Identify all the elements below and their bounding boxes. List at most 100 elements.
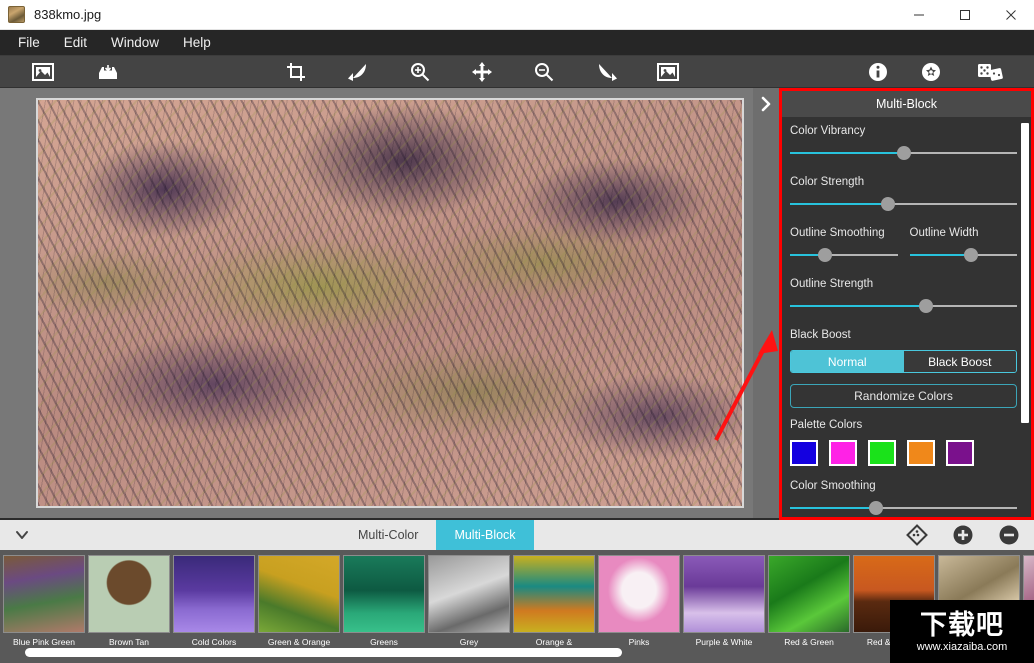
- chevron-down-icon[interactable]: [0, 529, 44, 541]
- image-thumbnail-icon: [8, 6, 25, 23]
- tab-actions: [906, 520, 1020, 550]
- slider-fill: [909, 254, 971, 256]
- panel-scrollbar[interactable]: [1021, 123, 1029, 423]
- slider-fill: [790, 305, 927, 307]
- black-boost-option-normal[interactable]: Normal: [791, 351, 904, 372]
- preset-strip[interactable]: Blue Pink Green Brown Tan Turquoise Cold…: [0, 550, 1034, 663]
- move-button[interactable]: [465, 59, 499, 85]
- palette-swatch-5[interactable]: [946, 440, 974, 466]
- preset-thumbnail[interactable]: [513, 555, 595, 633]
- add-preset-button[interactable]: [952, 524, 974, 546]
- minimize-button[interactable]: [896, 0, 942, 30]
- info-button[interactable]: [861, 59, 895, 85]
- effect-panel: Multi-Block Color Vibrancy Color Strengt…: [779, 88, 1034, 520]
- title-bar: 838kmo.jpg: [0, 0, 1034, 30]
- preset-thumbnail[interactable]: [3, 555, 85, 633]
- slider-thumb[interactable]: [963, 248, 978, 262]
- canvas-area[interactable]: [0, 88, 779, 518]
- slider-thumb[interactable]: [896, 146, 911, 160]
- preset-thumbnail[interactable]: [428, 555, 510, 633]
- palette-swatch-1[interactable]: [790, 440, 818, 466]
- zoom-out-button[interactable]: [527, 59, 561, 85]
- settings-button[interactable]: [914, 59, 948, 85]
- preset-item[interactable]: Grey: [428, 555, 510, 663]
- menu-file[interactable]: File: [6, 30, 52, 56]
- preset-label: Cold Colors: [191, 637, 237, 647]
- window-controls: [896, 0, 1034, 30]
- preset-item[interactable]: Cold Colors: [173, 555, 255, 663]
- slider-fill: [790, 507, 877, 509]
- watermark: 下载吧 www.xiazaiba.com: [890, 600, 1034, 663]
- preset-item[interactable]: Red & Green: [768, 555, 850, 663]
- slider-label: Outline Width: [909, 227, 979, 239]
- panel-title: Multi-Block: [782, 91, 1031, 117]
- preset-item[interactable]: Purple & White: [683, 555, 765, 663]
- palette-swatches: [790, 440, 1017, 466]
- menu-window[interactable]: Window: [99, 30, 171, 56]
- slider-label: Color Strength: [790, 176, 865, 188]
- preset-thumbnail[interactable]: [258, 555, 340, 633]
- palette-colors-label: Palette Colors: [790, 419, 863, 431]
- tab-multi-color[interactable]: Multi-Color: [340, 520, 437, 550]
- fit-image-button[interactable]: [651, 59, 685, 85]
- black-boost-label: Black Boost: [790, 329, 851, 341]
- slider-fill: [790, 203, 888, 205]
- slider-color-smoothing[interactable]: Color Smoothing: [790, 480, 1017, 515]
- preset-item[interactable]: Orange & Turquoise: [513, 555, 595, 663]
- slider-outline-width[interactable]: Outline Width: [909, 227, 1017, 262]
- preset-label: Green & Orange: [267, 637, 331, 647]
- slider-color-strength[interactable]: Color Strength: [790, 176, 1017, 211]
- preset-horizontal-scrollbar[interactable]: [25, 648, 622, 657]
- save-image-button[interactable]: [91, 59, 125, 85]
- slider-thumb[interactable]: [869, 501, 884, 515]
- preset-label: Grey: [459, 637, 479, 647]
- slider-color-vibrancy[interactable]: Color Vibrancy: [790, 125, 1017, 160]
- preset-item[interactable]: Blue Pink Green: [3, 555, 85, 663]
- slider-outline-smoothing[interactable]: Outline Smoothing: [790, 227, 898, 262]
- preset-item[interactable]: Pinks: [598, 555, 680, 663]
- randomize-colors-button[interactable]: Randomize Colors: [790, 384, 1017, 408]
- black-boost-toggle[interactable]: Normal Black Boost: [790, 350, 1017, 373]
- black-boost-option-boost[interactable]: Black Boost: [903, 351, 1016, 372]
- slider-outline-strength[interactable]: Outline Strength: [790, 278, 1017, 313]
- preset-item[interactable]: Greens: [343, 555, 425, 663]
- preset-label: Purple & White: [695, 637, 753, 647]
- palette-swatch-4[interactable]: [907, 440, 935, 466]
- slider-label: Color Vibrancy: [790, 125, 866, 137]
- palette-swatch-2[interactable]: [829, 440, 857, 466]
- open-image-button[interactable]: [26, 59, 60, 85]
- slider-thumb[interactable]: [880, 197, 895, 211]
- tab-multi-block[interactable]: Multi-Block: [436, 520, 534, 550]
- toolbar: [0, 56, 1034, 88]
- slider-thumb[interactable]: [919, 299, 934, 313]
- preset-thumbnail[interactable]: [173, 555, 255, 633]
- preset-thumbnail[interactable]: [598, 555, 680, 633]
- preset-thumbnail[interactable]: [88, 555, 170, 633]
- preset-label: Red & Green: [784, 637, 834, 647]
- crop-button[interactable]: [279, 59, 313, 85]
- close-button[interactable]: [988, 0, 1034, 30]
- palette-swatch-3[interactable]: [868, 440, 896, 466]
- dice-button[interactable]: [973, 59, 1007, 85]
- preset-tab-bar: Multi-Color Multi-Block: [0, 520, 1034, 550]
- chevron-right-icon[interactable]: [753, 88, 779, 518]
- undo-button[interactable]: [341, 59, 375, 85]
- window-title: 838kmo.jpg: [34, 7, 102, 22]
- remove-preset-button[interactable]: [998, 524, 1020, 546]
- menu-help[interactable]: Help: [171, 30, 223, 56]
- preset-thumbnail[interactable]: [768, 555, 850, 633]
- preset-label: Greens: [370, 637, 398, 647]
- panel-body: Color Vibrancy Color Strength Outline Sm…: [782, 117, 1031, 517]
- preset-thumbnail[interactable]: [343, 555, 425, 633]
- slider-thumb[interactable]: [818, 248, 833, 262]
- redo-button[interactable]: [590, 59, 624, 85]
- zoom-in-button[interactable]: [403, 59, 437, 85]
- edited-image[interactable]: [36, 98, 744, 508]
- preset-thumbnail[interactable]: [683, 555, 765, 633]
- preset-item[interactable]: Brown Tan Turquoise: [88, 555, 170, 663]
- maximize-button[interactable]: [942, 0, 988, 30]
- watermark-url: www.xiazaiba.com: [916, 640, 1008, 653]
- preset-item[interactable]: Green & Orange: [258, 555, 340, 663]
- menu-edit[interactable]: Edit: [52, 30, 99, 56]
- preset-options-button[interactable]: [906, 524, 928, 546]
